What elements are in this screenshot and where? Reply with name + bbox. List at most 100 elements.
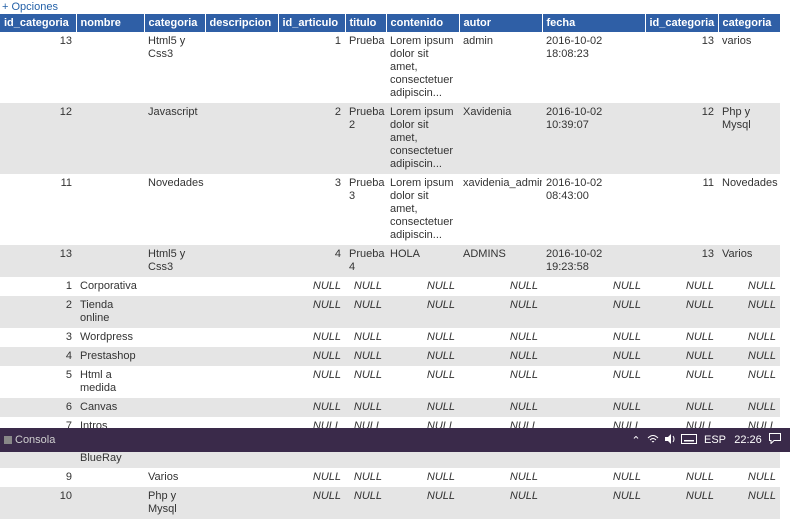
table-cell bbox=[76, 103, 144, 174]
table-row[interactable]: 13 Html5 y Css3 1 Prueba Lorem ipsum dolor s… bbox=[0, 32, 780, 103]
table-cell: NULL bbox=[278, 296, 345, 328]
table-cell: Canvas bbox=[76, 398, 144, 417]
table-cell bbox=[144, 328, 205, 347]
table-cell: Prueba 3 bbox=[345, 174, 386, 245]
chevron-up-icon[interactable]: ⌃ bbox=[628, 434, 644, 447]
table-cell: NULL bbox=[542, 487, 645, 519]
table-cell: NULL bbox=[345, 328, 386, 347]
table-cell: NULL bbox=[718, 328, 780, 347]
column-header-id-categoria[interactable]: id_categoria bbox=[645, 14, 719, 32]
table-cell bbox=[144, 296, 205, 328]
table-cell: 6 bbox=[0, 398, 76, 417]
table-cell: NULL bbox=[645, 366, 718, 398]
table-cell bbox=[205, 487, 278, 519]
table-cell: xavidenia_admin bbox=[459, 174, 542, 245]
table-row[interactable]: 10 Php y Mysql NULL NULL NULL NULL NULL NULL NUL… bbox=[0, 487, 780, 519]
table-cell: NULL bbox=[645, 347, 718, 366]
table-cell: NULL bbox=[386, 277, 459, 296]
column-header-categoria[interactable]: categoria bbox=[144, 14, 206, 32]
column-header-contenido[interactable]: contenido bbox=[386, 14, 460, 32]
table-row[interactable]: 12 Javascript 2 Prueba 2 Lorem ipsum dolor s… bbox=[0, 103, 780, 174]
table-row[interactable]: 6 Canvas NULL NULL NULL NULL NULL NULL NULL bbox=[0, 398, 780, 417]
table-cell: NULL bbox=[459, 296, 542, 328]
table-cell: Html5 y Css3 bbox=[144, 32, 205, 103]
table-cell: NULL bbox=[542, 366, 645, 398]
table-cell: HOLA bbox=[386, 245, 459, 277]
table-cell: NULL bbox=[459, 366, 542, 398]
table-cell: NULL bbox=[345, 296, 386, 328]
table-cell: NULL bbox=[645, 398, 718, 417]
table-cell: 13 bbox=[0, 32, 76, 103]
table-cell: NULL bbox=[459, 328, 542, 347]
table-cell: ADMINS bbox=[459, 245, 542, 277]
column-header-titulo[interactable]: titulo bbox=[345, 14, 387, 32]
table-cell: 13 bbox=[0, 245, 76, 277]
column-header-autor[interactable]: autor bbox=[459, 14, 543, 32]
table-row[interactable]: 1 Corporativa NULL NULL NULL NULL NULL NULL NULL bbox=[0, 277, 780, 296]
table-cell: 2016-10-02 19:23:58 bbox=[542, 245, 645, 277]
table-cell: NULL bbox=[345, 468, 386, 487]
table-row[interactable]: 4 Prestashop NULL NULL NULL NULL NULL NULL NULL bbox=[0, 347, 780, 366]
table-cell: NULL bbox=[718, 366, 780, 398]
table-cell bbox=[205, 174, 278, 245]
table-cell: Html a medida bbox=[76, 366, 144, 398]
table-cell: Corporativa bbox=[76, 277, 144, 296]
table-cell: NULL bbox=[645, 328, 718, 347]
table-cell: Novedades bbox=[144, 174, 205, 245]
table-cell: Varios bbox=[144, 468, 205, 487]
table-cell bbox=[76, 487, 144, 519]
column-header-id-categoria[interactable]: id_categoria bbox=[0, 14, 77, 32]
table-cell bbox=[205, 277, 278, 296]
table-cell: admin bbox=[459, 32, 542, 103]
table-cell: Prueba bbox=[345, 32, 386, 103]
table-row[interactable]: 11 Novedades 3 Prueba 3 Lorem ipsum dolor si… bbox=[0, 174, 780, 245]
table-cell bbox=[205, 398, 278, 417]
table-row[interactable]: 5 Html a medida NULL NULL NULL NULL NULL NULL NU… bbox=[0, 366, 780, 398]
table-cell: Lorem ipsum dolor sit amet, consectetuer… bbox=[386, 174, 459, 245]
volume-icon[interactable] bbox=[662, 433, 678, 447]
console-tab[interactable]: Consola bbox=[4, 434, 55, 446]
column-header-fecha[interactable]: fecha bbox=[542, 14, 646, 32]
table-cell: NULL bbox=[386, 468, 459, 487]
table-row[interactable]: 13 Html5 y Css3 4 Prueba 4 HOLA ADMINS 2016-10… bbox=[0, 245, 780, 277]
table-cell: NULL bbox=[386, 328, 459, 347]
table-cell: NULL bbox=[386, 398, 459, 417]
table-cell: 3 bbox=[0, 328, 76, 347]
table-cell: 2016-10-02 10:39:07 bbox=[542, 103, 645, 174]
table-cell bbox=[205, 296, 278, 328]
system-tray: ⌃ ESP 22:26 bbox=[628, 428, 790, 452]
wifi-icon[interactable] bbox=[644, 434, 662, 447]
table-row[interactable]: 9 Varios NULL NULL NULL NULL NULL NULL NULL bbox=[0, 468, 780, 487]
table-cell: NULL bbox=[459, 277, 542, 296]
table-cell: NULL bbox=[278, 328, 345, 347]
table-cell: NULL bbox=[278, 468, 345, 487]
table-cell: NULL bbox=[386, 296, 459, 328]
notification-icon[interactable] bbox=[766, 433, 784, 447]
column-header-categoria[interactable]: categoria bbox=[718, 14, 781, 32]
table-cell bbox=[205, 468, 278, 487]
table-cell: NULL bbox=[278, 347, 345, 366]
table-cell: NULL bbox=[718, 468, 780, 487]
column-header-nombre[interactable]: nombre bbox=[76, 14, 145, 32]
column-header-id-articulo[interactable]: id_articulo bbox=[278, 14, 346, 32]
table-row[interactable]: 2 Tienda online NULL NULL NULL NULL NULL NULL NU… bbox=[0, 296, 780, 328]
table-cell bbox=[205, 103, 278, 174]
options-link[interactable]: + Opciones bbox=[2, 1, 58, 13]
language-indicator[interactable]: ESP bbox=[700, 434, 730, 446]
table-cell: 9 bbox=[0, 468, 76, 487]
table-cell: NULL bbox=[542, 468, 645, 487]
keyboard-icon[interactable] bbox=[678, 433, 700, 447]
table-cell: varios bbox=[718, 32, 780, 103]
table-cell bbox=[205, 366, 278, 398]
table-cell: NULL bbox=[459, 347, 542, 366]
table-cell: 12 bbox=[0, 103, 76, 174]
table-row[interactable]: 3 Wordpress NULL NULL NULL NULL NULL NULL NULL bbox=[0, 328, 780, 347]
clock[interactable]: 22:26 bbox=[730, 434, 766, 446]
table-cell bbox=[144, 398, 205, 417]
column-header-descripcion[interactable]: descripcion bbox=[205, 14, 279, 32]
table-cell: NULL bbox=[718, 398, 780, 417]
table-cell: Tienda online bbox=[76, 296, 144, 328]
table-cell bbox=[144, 366, 205, 398]
table-cell: NULL bbox=[542, 398, 645, 417]
table-cell: NULL bbox=[345, 487, 386, 519]
